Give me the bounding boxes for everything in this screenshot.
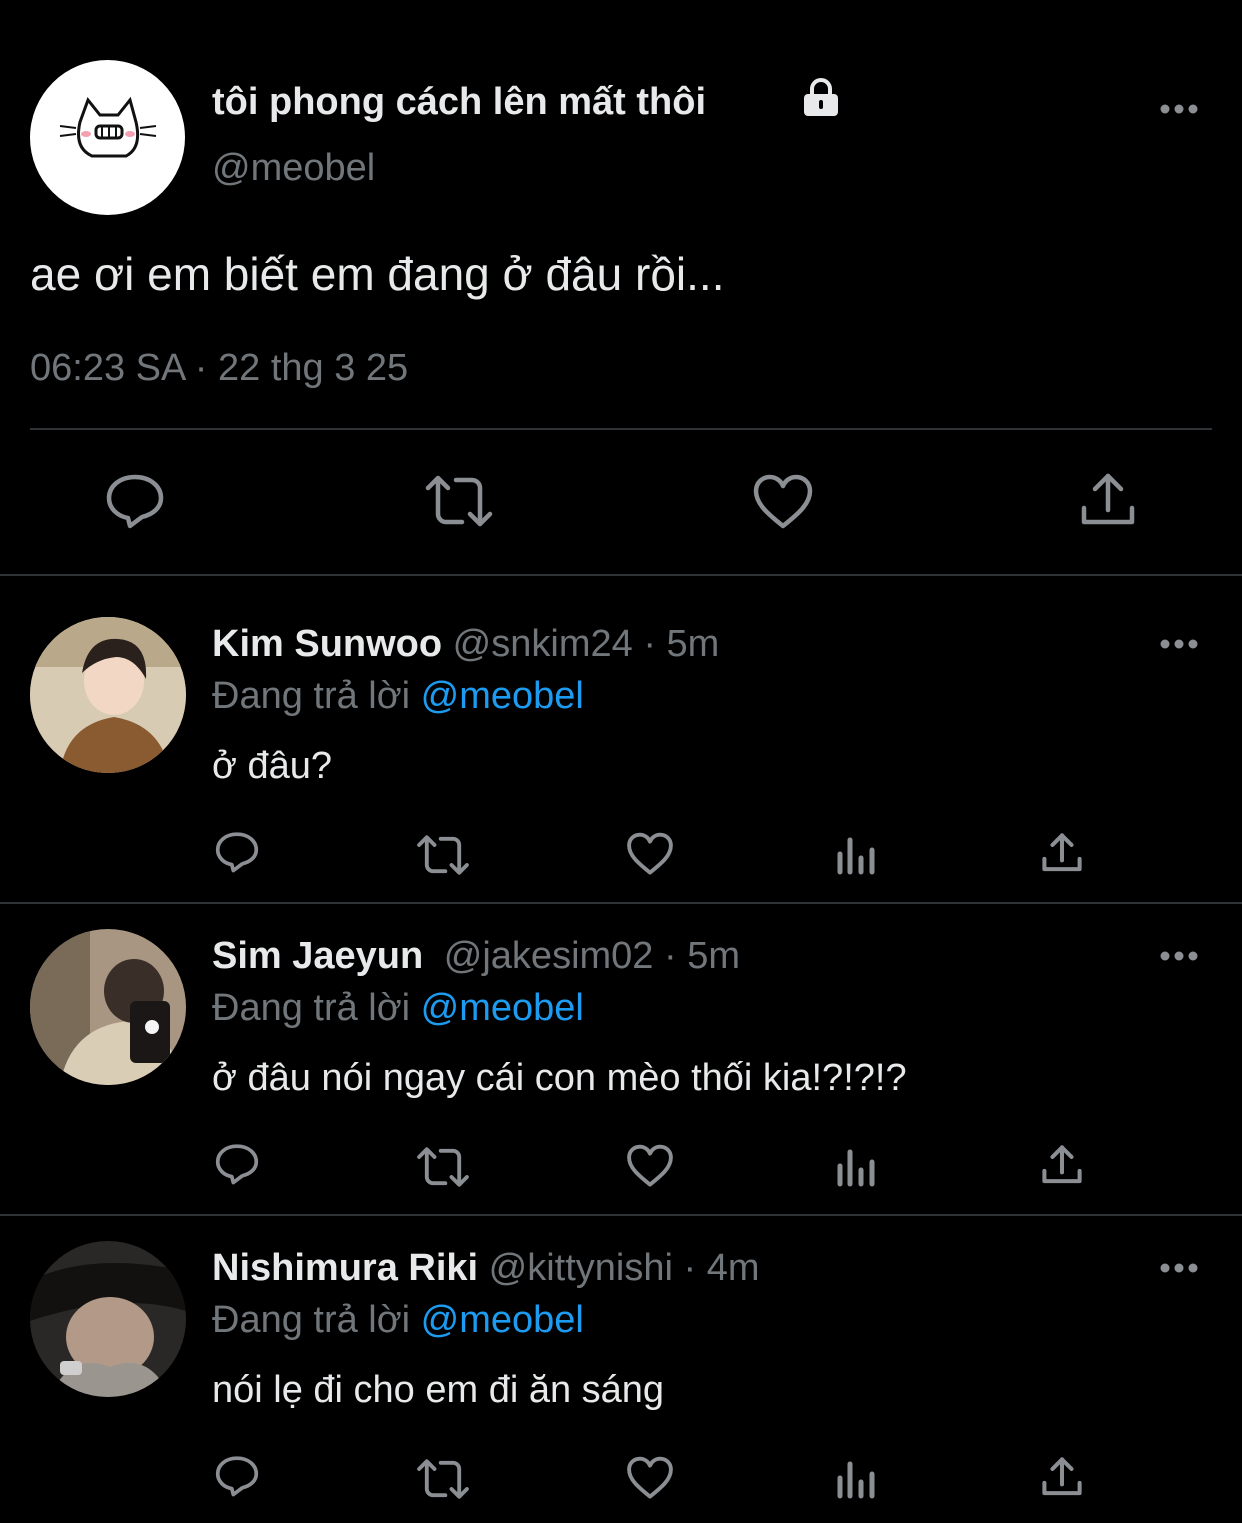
lock-icon [800, 78, 842, 118]
retweet-icon[interactable] [416, 834, 470, 876]
views-icon[interactable] [836, 834, 876, 876]
more-options-icon[interactable] [1158, 946, 1202, 966]
main-display-name[interactable]: tôi phong cách lên mất thôi [212, 80, 706, 124]
replying-to-link[interactable]: @meobel [421, 675, 584, 717]
more-options-icon[interactable] [1158, 634, 1202, 654]
reply-time[interactable]: · 5m [664, 935, 740, 977]
like-icon[interactable] [626, 1456, 674, 1500]
retweet-icon[interactable] [416, 1146, 470, 1188]
reply-handle[interactable]: @jakesim02 [444, 935, 654, 977]
replying-to-line: Đang trả lời @meobel [212, 674, 584, 718]
replying-to-link[interactable]: @meobel [421, 987, 584, 1029]
reply-time[interactable]: · 4m [684, 1247, 760, 1289]
reply-divider [0, 902, 1242, 904]
share-icon[interactable] [1040, 1454, 1084, 1500]
replying-label: Đang trả lời [212, 987, 411, 1029]
reply-avatar[interactable] [30, 929, 186, 1085]
retweet-icon[interactable] [416, 1458, 470, 1500]
main-avatar[interactable] [30, 60, 185, 215]
reply-text: nói lẹ đi cho em đi ăn sáng [212, 1369, 665, 1411]
views-icon[interactable] [836, 1458, 876, 1500]
replying-to-line: Đang trả lời @meobel [212, 986, 584, 1030]
reply-handle[interactable]: @snkim24 [453, 623, 633, 665]
reply-icon[interactable] [214, 830, 260, 874]
reply-time[interactable]: · 5m [643, 623, 719, 665]
like-icon[interactable] [752, 474, 814, 530]
replying-to-link[interactable]: @meobel [421, 1299, 584, 1341]
replying-label: Đang trả lời [212, 1299, 411, 1341]
reply-icon[interactable] [214, 1454, 260, 1498]
reply-header: Kim Sunwoo @snkim24 · 5m [212, 622, 719, 666]
reply-avatar[interactable] [30, 617, 186, 773]
reply-divider [0, 1214, 1242, 1216]
more-options-icon[interactable] [1158, 99, 1202, 119]
reply-icon[interactable] [214, 1142, 260, 1186]
share-icon[interactable] [1078, 470, 1138, 530]
person-photo-icon [30, 617, 186, 773]
main-tweet-text: ae ơi em biết em đang ở đâu rồi... [30, 248, 725, 300]
person-photo-icon [30, 1241, 186, 1397]
reply-display-name[interactable]: Sim Jaeyun [212, 935, 423, 977]
reply-header: Nishimura Riki @kittynishi · 4m [212, 1246, 760, 1290]
like-icon[interactable] [626, 832, 674, 876]
reply-display-name[interactable]: Kim Sunwoo [212, 623, 442, 665]
retweet-icon[interactable] [424, 474, 494, 528]
reply-text: ở đâu? [212, 745, 333, 787]
main-handle[interactable]: @meobel [212, 146, 375, 190]
section-divider [0, 574, 1242, 576]
cat-face-icon [59, 96, 157, 158]
reply-header: Sim Jaeyun @jakesim02 · 5m [212, 934, 740, 978]
views-icon[interactable] [836, 1146, 876, 1188]
main-timestamp[interactable]: 06:23 SA · 22 thg 3 25 [30, 346, 408, 390]
share-icon[interactable] [1040, 830, 1084, 876]
reply-display-name[interactable]: Nishimura Riki [212, 1247, 478, 1289]
more-options-icon[interactable] [1158, 1258, 1202, 1278]
replying-label: Đang trả lời [212, 675, 411, 717]
reply-handle[interactable]: @kittynishi [489, 1247, 673, 1289]
person-photo-icon [30, 929, 186, 1085]
replying-to-line: Đang trả lời @meobel [212, 1298, 584, 1342]
share-icon[interactable] [1040, 1142, 1084, 1188]
like-icon[interactable] [626, 1144, 674, 1188]
main-divider [30, 428, 1212, 430]
reply-icon[interactable] [104, 472, 166, 530]
reply-text: ở đâu nói ngay cái con mèo thối kia!?!?!… [212, 1057, 907, 1099]
reply-avatar[interactable] [30, 1241, 186, 1397]
